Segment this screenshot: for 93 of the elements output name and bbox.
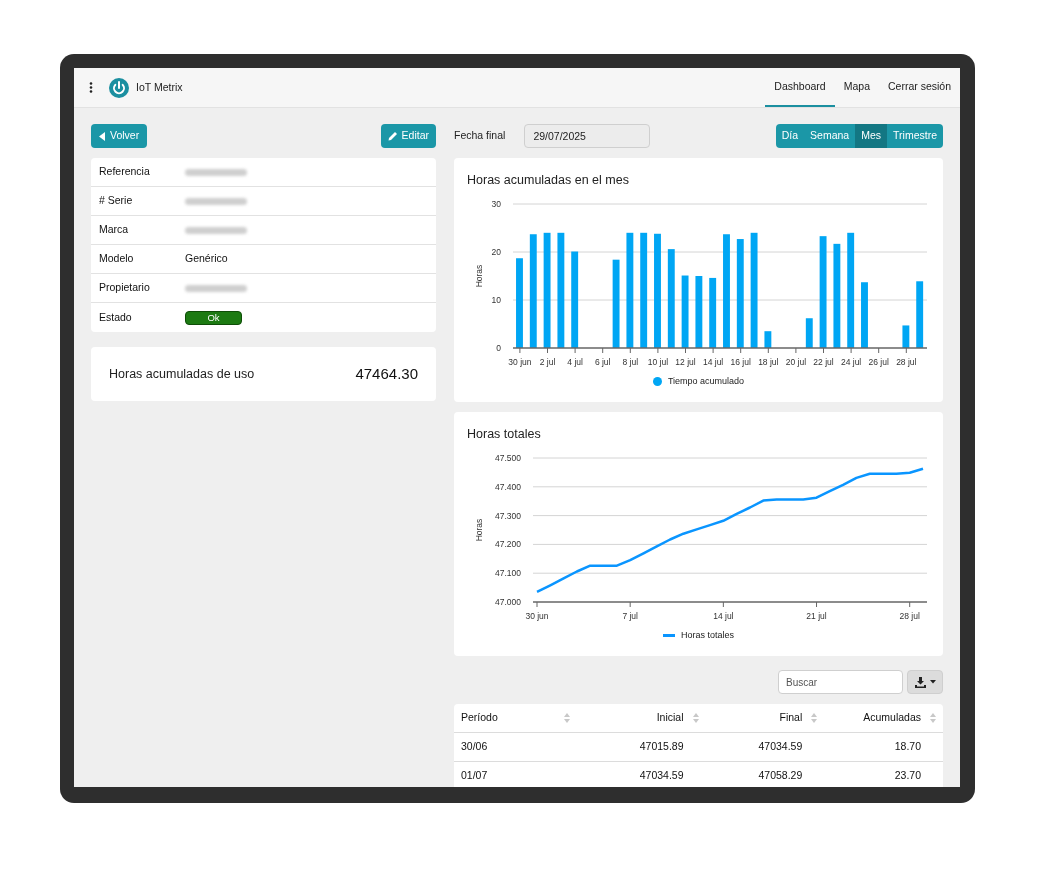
axis-tick-label: 21 jul bbox=[805, 610, 827, 621]
axis-tick-label: 47.500 bbox=[494, 452, 521, 463]
axis-tick-label: 30 jun bbox=[524, 610, 549, 621]
axis-tick-label: 10 jul bbox=[647, 356, 668, 367]
table-cell-text: 47034.59 bbox=[638, 768, 685, 784]
nav-link[interactable]: Dashboard bbox=[765, 68, 835, 107]
redacted-value bbox=[185, 197, 247, 205]
date-field[interactable]: 29/07/2025 bbox=[524, 124, 651, 148]
bar bbox=[763, 330, 771, 348]
sort-icon[interactable] bbox=[692, 713, 699, 723]
axis-tick-label: 18 jul bbox=[757, 356, 778, 367]
axis-tick-label: 10 bbox=[491, 294, 501, 305]
axis-title: Horas bbox=[473, 518, 484, 542]
bar bbox=[860, 282, 868, 348]
status-badge: Ok bbox=[185, 310, 242, 325]
field-label: Estado bbox=[99, 309, 133, 325]
axis-tick-label: 20 bbox=[491, 246, 501, 257]
table-cell-text: 01/07 bbox=[461, 768, 489, 784]
axis-tick-label: 20 jul bbox=[785, 356, 806, 367]
table-cell-text: 23.70 bbox=[893, 768, 922, 784]
sort-icon[interactable] bbox=[811, 713, 818, 723]
bar bbox=[708, 277, 716, 348]
column-header[interactable]: Final bbox=[698, 710, 818, 726]
chart-title: Horas acumuladas en el mes bbox=[467, 172, 630, 189]
axis-title: Horas bbox=[473, 264, 484, 288]
axis-tick-label: 24 jul bbox=[840, 356, 861, 367]
download-button[interactable] bbox=[907, 670, 943, 694]
column-header[interactable]: Período bbox=[461, 710, 580, 726]
axis-tick-label: 47.200 bbox=[494, 539, 521, 550]
period-tab[interactable]: Mes bbox=[855, 124, 888, 148]
bar bbox=[915, 281, 923, 348]
left-triangle-icon bbox=[99, 131, 105, 141]
bar bbox=[901, 325, 909, 348]
axis-tick-label: 22 jul bbox=[812, 356, 834, 367]
search-field[interactable]: Buscar bbox=[778, 670, 903, 694]
brand-name: IoT Metrix bbox=[136, 79, 183, 95]
table-cell-text: 47015.89 bbox=[638, 739, 685, 755]
field-label: Modelo bbox=[99, 251, 135, 267]
download-icon bbox=[914, 676, 926, 688]
power-logo-icon[interactable] bbox=[109, 77, 129, 98]
field-value: Genérico bbox=[185, 251, 228, 267]
usage-value: 47464.30 bbox=[355, 363, 418, 384]
column-header[interactable]: Acumuladas bbox=[817, 710, 936, 726]
column-title: Acumuladas bbox=[863, 710, 921, 726]
axis-tick-label: 6 jul bbox=[594, 356, 610, 367]
field-label: Marca bbox=[99, 222, 130, 238]
axis-tick-label: 30 jun bbox=[507, 356, 531, 367]
sort-icon[interactable] bbox=[930, 713, 936, 723]
date-label: Fecha final bbox=[454, 128, 506, 144]
field-label: # Serie bbox=[99, 193, 134, 209]
column-title: Final bbox=[779, 710, 803, 726]
axis-tick-label: 26 jul bbox=[868, 356, 889, 367]
axis-tick-label: 47.400 bbox=[494, 481, 521, 492]
axis-tick-label: 0 bbox=[495, 342, 501, 353]
usage-label: Horas acumuladas de uso bbox=[109, 365, 255, 383]
column-title: Inicial bbox=[656, 710, 684, 726]
table-cell-text: 47058.29 bbox=[757, 768, 804, 784]
column-title: Período bbox=[461, 710, 498, 726]
bar bbox=[805, 318, 813, 348]
axis-tick-label: 28 jul bbox=[895, 356, 916, 367]
legend-marker bbox=[652, 377, 662, 386]
table-cell-text: 30/06 bbox=[461, 739, 489, 755]
axis-tick-label: 4 jul bbox=[566, 356, 583, 367]
redacted-value bbox=[185, 284, 247, 292]
chart-title: Horas totales bbox=[467, 426, 542, 443]
legend-label: Tiempo acumulado bbox=[667, 374, 745, 388]
field-label: Referencia bbox=[99, 164, 151, 180]
axis-tick-label: 47.100 bbox=[494, 567, 521, 578]
table-cell-text: 47034.59 bbox=[757, 739, 804, 755]
legend-marker bbox=[663, 634, 675, 637]
field-label: Propietario bbox=[99, 280, 151, 296]
axis-tick-label: 2 jul bbox=[539, 356, 555, 367]
axis-tick-label: 12 jul bbox=[674, 356, 696, 367]
redacted-value bbox=[185, 226, 247, 234]
sort-icon[interactable] bbox=[563, 713, 570, 723]
axis-tick-label: 30 bbox=[491, 198, 501, 209]
axis-tick-label: 8 jul bbox=[622, 356, 638, 367]
column-header[interactable]: Inicial bbox=[579, 710, 699, 726]
axis-tick-label: 14 jul bbox=[712, 610, 733, 621]
menu-icon[interactable] bbox=[89, 82, 93, 93]
axis-tick-label: 16 jul bbox=[730, 356, 751, 367]
axis-tick-label: 47.300 bbox=[494, 510, 521, 521]
pencil-icon bbox=[387, 131, 398, 141]
caret-icon bbox=[929, 680, 936, 684]
axis-tick-label: 47.000 bbox=[494, 596, 521, 607]
redacted-value bbox=[185, 168, 247, 176]
table-cell-text: 18.70 bbox=[893, 739, 922, 755]
axis-tick-label: 14 jul bbox=[702, 356, 723, 367]
axis-tick-label: 7 jul bbox=[621, 610, 638, 621]
nav-link[interactable]: Cerrar sesión bbox=[878, 68, 960, 107]
nav-link[interactable]: Mapa bbox=[834, 68, 879, 107]
axis-tick-label: 28 jul bbox=[899, 610, 920, 621]
legend-label: Horas totales bbox=[681, 628, 734, 642]
